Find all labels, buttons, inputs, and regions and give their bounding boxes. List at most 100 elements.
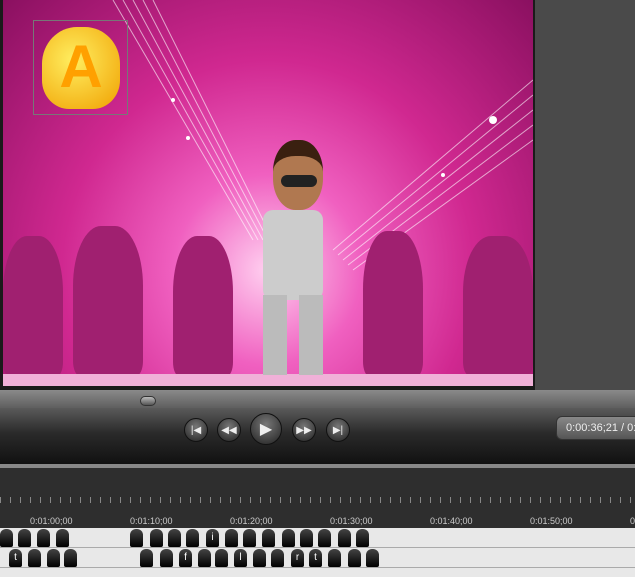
dancer-silhouette	[363, 231, 423, 376]
ruler-tick	[330, 497, 331, 503]
ruler-tick	[140, 497, 141, 503]
timeline-clip[interactable]	[168, 529, 181, 547]
timeline-clip[interactable]	[300, 529, 313, 547]
ruler-tick	[570, 497, 571, 503]
ruler-tick	[420, 497, 421, 503]
ruler-tick	[350, 497, 351, 503]
timeline-clip[interactable]	[28, 549, 41, 567]
timeline-label: 0:01:10;00	[130, 516, 173, 526]
ruler-tick	[150, 497, 151, 503]
ruler-tick	[540, 497, 541, 503]
dancer-silhouette	[173, 236, 233, 376]
player-controls	[0, 408, 635, 464]
caption-selection-box[interactable]: A	[33, 20, 128, 115]
timeline-clip[interactable]	[225, 529, 238, 547]
timeline-clip[interactable]	[64, 549, 77, 567]
timeline-label: 0:01:00;00	[30, 516, 73, 526]
timeline-clip[interactable]	[130, 529, 143, 547]
ruler-tick	[290, 497, 291, 503]
ruler-tick	[580, 497, 581, 503]
timeline-clip[interactable]	[271, 549, 284, 567]
ruler-tick	[20, 497, 21, 503]
skip-forward-icon: ▶|	[332, 424, 344, 436]
ruler-tick	[300, 497, 301, 503]
ruler-tick	[30, 497, 31, 503]
ruler-tick	[240, 497, 241, 503]
ruler-tick	[360, 497, 361, 503]
timeline-clip[interactable]	[160, 549, 173, 567]
timeline-clip[interactable]	[150, 529, 163, 547]
ruler-tick	[610, 497, 611, 503]
timeline-clip[interactable]: i	[206, 529, 219, 547]
side-panel	[535, 0, 635, 390]
timeline-clip[interactable]: l	[234, 549, 247, 567]
ruler-tick	[200, 497, 201, 503]
ruler-tick	[480, 497, 481, 503]
ruler-tick	[270, 497, 271, 503]
ruler-tick	[210, 497, 211, 503]
ruler-tick	[410, 497, 411, 503]
scrub-bar[interactable]	[0, 390, 635, 410]
timeline-track-3[interactable]	[0, 568, 635, 577]
ruler-tick	[320, 497, 321, 503]
timeline-clip[interactable]	[198, 549, 211, 567]
ruler-tick	[620, 497, 621, 503]
skip-forward-button[interactable]: ▶|	[326, 418, 350, 442]
timeline-clip[interactable]	[140, 549, 153, 567]
ruler-tick	[60, 497, 61, 503]
timeline-clip[interactable]	[37, 529, 50, 547]
timeline-track-2[interactable]: tflrt	[0, 548, 635, 568]
ruler-tick	[490, 497, 491, 503]
timeline-clip[interactable]	[186, 529, 199, 547]
timeline-clip[interactable]: f	[179, 549, 192, 567]
ruler-tick	[510, 497, 511, 503]
ruler-tick	[400, 497, 401, 503]
timeline-clip[interactable]	[338, 529, 351, 547]
ruler-tick	[190, 497, 191, 503]
ruler-tick	[120, 497, 121, 503]
ruler-tick	[160, 497, 161, 503]
ruler-tick	[180, 497, 181, 503]
skip-back-button[interactable]: |◀	[184, 418, 208, 442]
ruler-tick	[440, 497, 441, 503]
timeline-track-1[interactable]: i	[0, 528, 635, 548]
ruler-tick	[390, 497, 391, 503]
ruler-tick	[50, 497, 51, 503]
fast-forward-button[interactable]: ▶▶	[292, 418, 316, 442]
timeline-clip[interactable]	[356, 529, 369, 547]
scrub-handle[interactable]	[140, 396, 157, 406]
time-display: 0:00:36;21 / 0:	[556, 416, 635, 440]
timeline-clip[interactable]	[18, 529, 31, 547]
timeline-clip[interactable]	[318, 529, 331, 547]
ruler-tick	[460, 497, 461, 503]
video-preview[interactable]: A	[3, 0, 533, 386]
timeline-clip[interactable]	[328, 549, 341, 567]
ruler-tick	[170, 497, 171, 503]
timeline-clip[interactable]	[243, 529, 256, 547]
timeline-clip[interactable]: r	[291, 549, 304, 567]
ruler-tick	[500, 497, 501, 503]
timeline-clip[interactable]	[282, 529, 295, 547]
timeline-clip[interactable]: t	[9, 549, 22, 567]
timeline-clip[interactable]	[56, 529, 69, 547]
timeline-clip[interactable]	[348, 549, 361, 567]
ruler-tick	[560, 497, 561, 503]
ruler-tick	[70, 497, 71, 503]
ruler-tick	[370, 497, 371, 503]
timeline-clip[interactable]	[0, 529, 13, 547]
ruler-tick	[0, 497, 1, 503]
rewind-button[interactable]: ◀◀	[217, 418, 241, 442]
ruler-tick	[10, 497, 11, 503]
timeline-clip[interactable]	[262, 529, 275, 547]
ruler-tick	[450, 497, 451, 503]
timeline-clip[interactable]	[366, 549, 379, 567]
ruler-tick	[550, 497, 551, 503]
timeline-clip[interactable]: t	[309, 549, 322, 567]
timeline-clip[interactable]	[215, 549, 228, 567]
timeline-clip[interactable]	[47, 549, 60, 567]
ruler-tick	[100, 497, 101, 503]
skip-back-icon: |◀	[190, 424, 202, 436]
ruler-tick	[630, 497, 631, 503]
play-button[interactable]: ▶	[250, 413, 282, 445]
timeline-clip[interactable]	[253, 549, 266, 567]
